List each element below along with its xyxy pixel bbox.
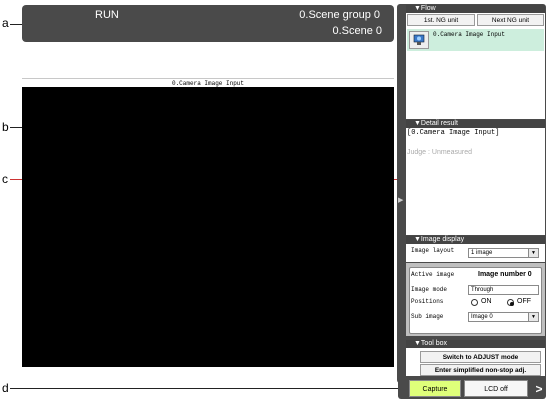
positions-off-radio[interactable] (507, 299, 514, 306)
status-bar: RUN 0.Scene group 0 0.Scene 0 (22, 5, 394, 42)
callout-c: c (2, 172, 8, 186)
image-display-header[interactable]: ▼Image display (406, 236, 545, 244)
positions-on-label: ON (481, 298, 492, 305)
chevron-down-icon: ▼ (528, 249, 538, 257)
callout-d-line (10, 388, 398, 389)
detail-result-panel (406, 128, 545, 235)
image-display-area[interactable] (22, 87, 394, 367)
active-image-value: Image number 0 (478, 271, 532, 278)
run-mode-label: RUN (95, 9, 119, 21)
next-ng-unit-button[interactable]: Next NG unit (477, 14, 544, 26)
positions-label: Positions (411, 298, 444, 305)
positions-on-radio[interactable] (471, 299, 478, 306)
detail-unit-label: [0.Camera Image Input] (407, 129, 500, 137)
lcd-off-button[interactable]: LCD off (464, 380, 528, 397)
sub-image-select[interactable]: Image 0 ▼ (468, 312, 539, 322)
detail-result-header[interactable]: ▼Detail result (406, 120, 545, 128)
flow-header[interactable]: ▼Flow (406, 5, 545, 13)
callout-d: d (2, 381, 9, 395)
camera-icon (409, 31, 429, 49)
capture-button[interactable]: Capture (409, 380, 461, 397)
image-layout-label: Image layout (411, 247, 455, 254)
next-page-arrow-icon[interactable]: > (533, 381, 545, 397)
sub-image-value: Image 0 (471, 314, 493, 320)
flow-item-label: 0.Camera Image Input (433, 31, 506, 38)
scene-label: 0.Scene 0 (332, 25, 382, 37)
scene-group-label: 0.Scene group 0 (299, 9, 380, 21)
image-panel-title: 0.Camera Image Input (22, 78, 394, 87)
sub-image-label: Sub image (411, 313, 444, 320)
callout-a: a (2, 16, 9, 30)
simplified-nonstop-adj-button[interactable]: Enter simplified non-stop adj. (420, 364, 541, 376)
image-mode-field[interactable]: Through (468, 285, 539, 295)
active-image-label: Active image (411, 271, 455, 278)
toolbox-header[interactable]: ▼Tool box (406, 340, 545, 348)
positions-off-label: OFF (517, 298, 531, 305)
callout-b: b (2, 120, 9, 134)
image-layout-select[interactable]: 1 image ▼ (468, 248, 539, 258)
switch-adjust-mode-button[interactable]: Switch to ADJUST mode (420, 351, 541, 363)
chevron-down-icon: ▼ (528, 313, 538, 321)
image-mode-label: Image mode (411, 286, 448, 293)
panel-collapse-icon[interactable]: ▶ (398, 196, 403, 204)
callout-a-line (10, 24, 22, 25)
judge-status: Judge : Unmeasured (407, 149, 472, 156)
image-layout-value: 1 image (471, 250, 493, 256)
flow-item[interactable]: 0.Camera Image Input (407, 29, 544, 51)
first-ng-unit-button[interactable]: 1st. NG unit (407, 14, 475, 26)
